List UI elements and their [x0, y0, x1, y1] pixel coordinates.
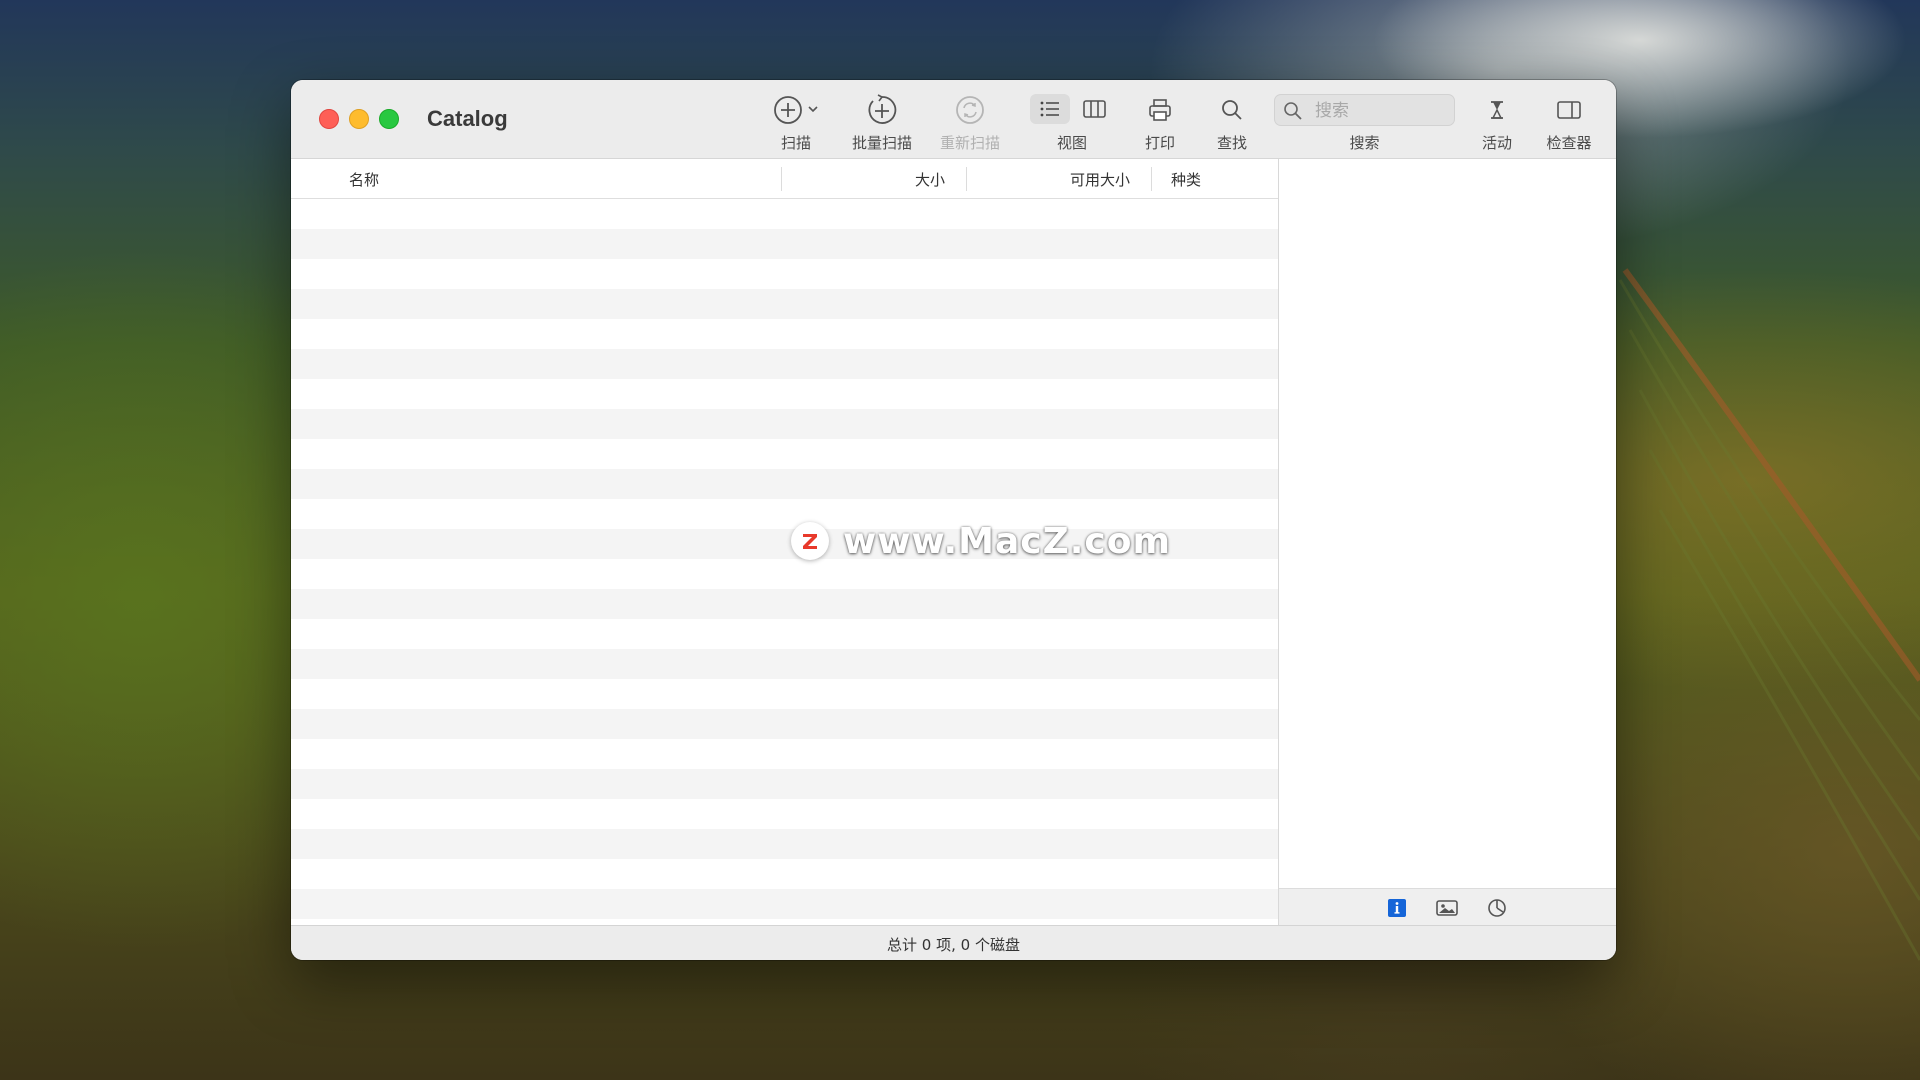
- magnifier-icon: [1202, 94, 1262, 126]
- printer-icon: [1130, 94, 1190, 126]
- column-header-name[interactable]: 名称: [349, 169, 379, 190]
- batch-add-icon: [844, 94, 920, 126]
- empty-row: [291, 379, 1278, 409]
- add-circle-icon: [761, 94, 831, 126]
- inspector-panel: [1278, 159, 1616, 925]
- list-icon: [1040, 101, 1059, 117]
- inspector-button[interactable]: 检查器: [1537, 90, 1601, 152]
- inspector-tab-bar: [1279, 888, 1616, 925]
- view-label: 视图: [1056, 134, 1087, 152]
- batch-scan-label: 批量扫描: [851, 134, 912, 152]
- empty-row: [291, 529, 1278, 559]
- pie-chart-icon: [1488, 899, 1506, 917]
- photo-icon: [1436, 900, 1458, 916]
- empty-row: [291, 499, 1278, 529]
- zoom-button[interactable]: [379, 109, 399, 129]
- hourglass-icon: [1470, 94, 1524, 126]
- empty-row: [291, 409, 1278, 439]
- catalog-list: 名称 大小 可用大小 种类: [291, 159, 1278, 925]
- empty-row: [291, 859, 1278, 889]
- print-button[interactable]: 打印: [1130, 90, 1190, 152]
- rescan-label: 重新扫描: [939, 134, 1000, 152]
- column-separator[interactable]: [781, 167, 782, 191]
- search-label: 搜索: [1349, 134, 1380, 152]
- column-header-kind[interactable]: 种类: [1171, 169, 1201, 190]
- column-separator[interactable]: [966, 167, 967, 191]
- columns-icon: [1083, 100, 1106, 118]
- sidebar-right-icon: [1537, 94, 1601, 126]
- column-separator[interactable]: [1151, 167, 1152, 191]
- scan-label: 扫描: [780, 134, 811, 152]
- empty-row: [291, 709, 1278, 739]
- empty-row: [291, 199, 1278, 229]
- empty-row: [291, 289, 1278, 319]
- info-icon: [1388, 899, 1406, 917]
- search-input[interactable]: [1313, 99, 1447, 123]
- close-button[interactable]: [319, 109, 339, 129]
- table-body[interactable]: [291, 199, 1278, 925]
- usage-tab-button[interactable]: [1486, 897, 1508, 919]
- empty-row: [291, 769, 1278, 799]
- view-columns-button[interactable]: [1074, 94, 1114, 124]
- status-bar: 总计 0 项, 0 个磁盘: [291, 925, 1616, 960]
- activity-label: 活动: [1481, 134, 1512, 152]
- empty-row: [291, 649, 1278, 679]
- preview-tab-button[interactable]: [1436, 897, 1458, 919]
- find-label: 查找: [1216, 134, 1247, 152]
- window-title: Catalog: [427, 106, 508, 131]
- search-icon: [1284, 102, 1302, 120]
- empty-row: [291, 349, 1278, 379]
- empty-row: [291, 739, 1278, 769]
- empty-row: [291, 439, 1278, 469]
- empty-row: [291, 259, 1278, 289]
- toolbar: Catalog 扫描 批量扫描 重新扫描 视图 打印 查找 搜索 搜索 活动 检…: [291, 80, 1616, 159]
- empty-row: [291, 469, 1278, 499]
- empty-row: [291, 889, 1278, 919]
- minimize-button[interactable]: [349, 109, 369, 129]
- empty-row: [291, 679, 1278, 709]
- table-header: 名称 大小 可用大小 种类: [291, 159, 1278, 199]
- catalog-window: Catalog 扫描 批量扫描 重新扫描 视图 打印 查找 搜索 搜索 活动 检…: [291, 80, 1616, 960]
- print-label: 打印: [1144, 134, 1175, 152]
- chevron-down-icon: [808, 106, 818, 113]
- scan-button[interactable]: 扫描: [761, 90, 831, 152]
- inspector-label: 检查器: [1546, 134, 1592, 152]
- column-header-size[interactable]: 大小: [915, 169, 945, 190]
- activity-button[interactable]: 活动: [1470, 90, 1524, 152]
- info-tab-button[interactable]: [1386, 897, 1408, 919]
- empty-row: [291, 319, 1278, 349]
- search-field[interactable]: [1274, 94, 1455, 126]
- column-header-available-size[interactable]: 可用大小: [1070, 169, 1130, 190]
- refresh-icon: [932, 94, 1008, 126]
- batch-scan-button[interactable]: 批量扫描: [844, 90, 920, 152]
- empty-row: [291, 619, 1278, 649]
- find-button[interactable]: 查找: [1202, 90, 1262, 152]
- empty-row: [291, 589, 1278, 619]
- rescan-button[interactable]: 重新扫描: [932, 90, 1008, 152]
- empty-row: [291, 559, 1278, 589]
- empty-row: [291, 829, 1278, 859]
- empty-row: [291, 799, 1278, 829]
- status-text: 总计 0 项, 0 个磁盘: [887, 936, 1020, 954]
- view-list-button[interactable]: [1030, 94, 1070, 124]
- empty-row: [291, 229, 1278, 259]
